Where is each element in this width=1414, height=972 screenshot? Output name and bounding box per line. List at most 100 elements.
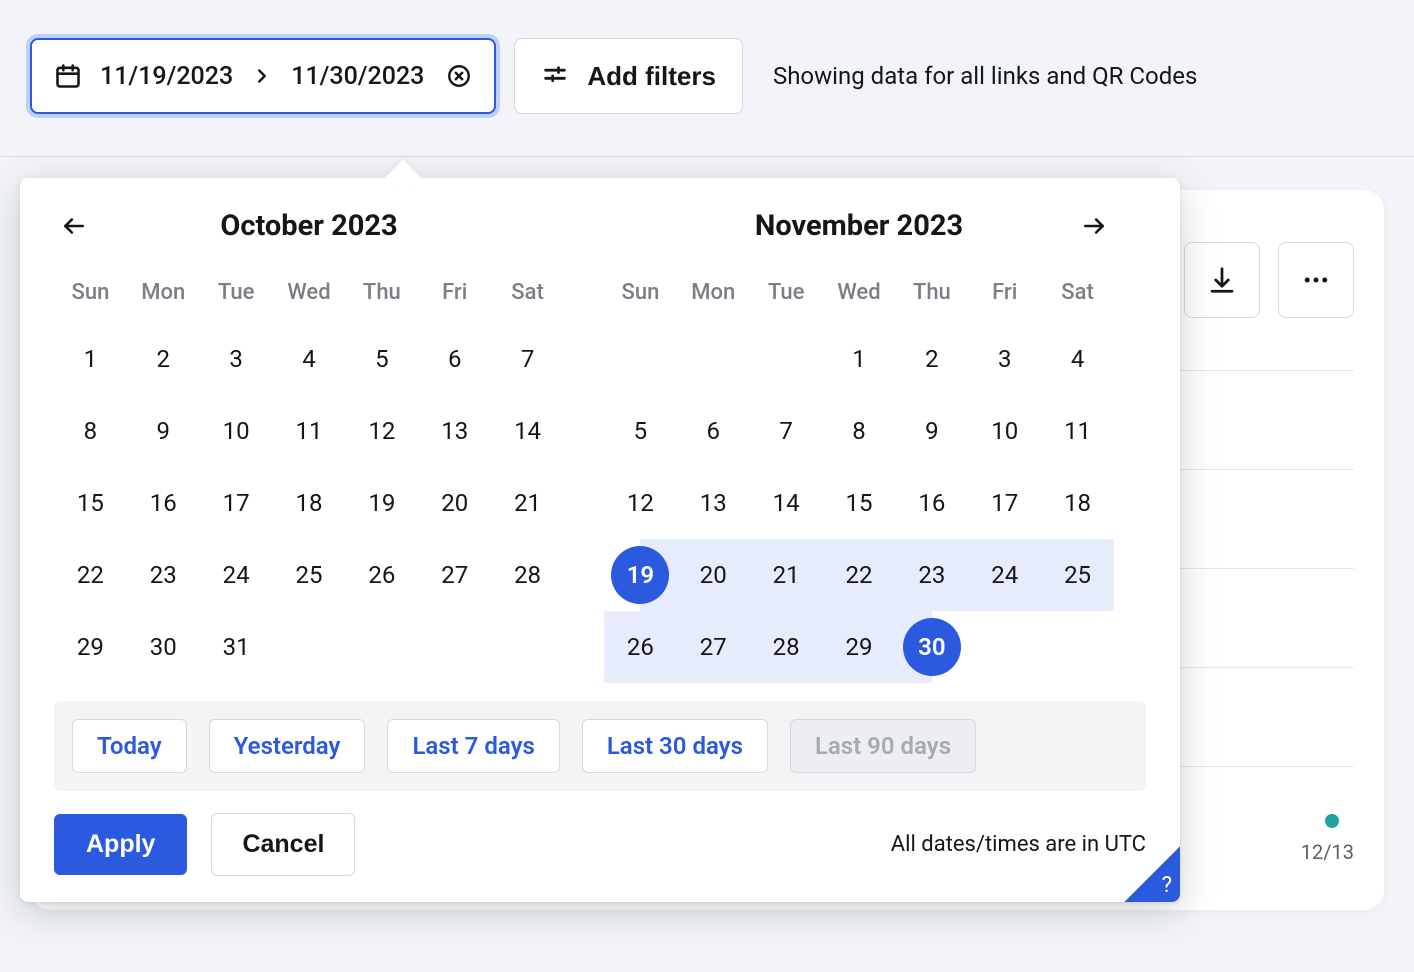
calendar-day[interactable]: 11 (1041, 395, 1114, 467)
calendar-week: 19202122232425 (604, 539, 1114, 611)
calendar-day[interactable]: 29 (54, 611, 127, 683)
add-filters-label: Add filters (587, 61, 716, 92)
calendar-day[interactable]: 15 (823, 467, 896, 539)
calendar-day[interactable]: 14 (491, 395, 564, 467)
calendar-day[interactable]: 2 (127, 323, 200, 395)
arrow-left-icon (61, 213, 87, 239)
chevron-right-icon (251, 65, 273, 87)
calendar-day[interactable]: 7 (491, 323, 564, 395)
calendar-day[interactable]: 3 (968, 323, 1041, 395)
date-range-trigger[interactable]: 11/19/2023 11/30/2023 (30, 38, 496, 114)
calendar-day[interactable]: 2 (895, 323, 968, 395)
calendar-day[interactable]: 13 (677, 467, 750, 539)
calendar-day[interactable]: 1 (54, 323, 127, 395)
calendar-day[interactable]: 24 (200, 539, 273, 611)
calendar-day[interactable]: 30 (895, 611, 968, 683)
date-presets: Today Yesterday Last 7 days Last 30 days Las… (54, 701, 1146, 791)
calendar-day[interactable]: 22 (54, 539, 127, 611)
calendar-day[interactable]: 21 (491, 467, 564, 539)
calendar-day[interactable]: 25 (1041, 539, 1114, 611)
calendar-day[interactable]: 1 (823, 323, 896, 395)
calendar-week: 2627282930 (604, 611, 1114, 683)
calendar-day[interactable]: 19 (604, 539, 677, 611)
calendar-day[interactable]: 9 (127, 395, 200, 467)
calendar-day[interactable]: 4 (1041, 323, 1114, 395)
weekday-header: Tue (750, 272, 823, 313)
calendar-day[interactable]: 27 (677, 611, 750, 683)
weekday-header: Mon (127, 272, 200, 313)
calendar-day-empty (750, 323, 823, 395)
preset-today[interactable]: Today (72, 719, 187, 773)
calendar-day[interactable]: 21 (750, 539, 823, 611)
month-title: October 2023 (54, 206, 564, 246)
calendar-day[interactable]: 10 (200, 395, 273, 467)
more-actions-button[interactable] (1278, 242, 1354, 318)
calendar-day[interactable]: 27 (418, 539, 491, 611)
chart-data-point (1325, 814, 1339, 828)
calendar-day[interactable]: 17 (968, 467, 1041, 539)
calendar-day[interactable]: 20 (418, 467, 491, 539)
calendar-day[interactable]: 8 (823, 395, 896, 467)
calendar-day[interactable]: 18 (1041, 467, 1114, 539)
month-title: November 2023 (604, 206, 1114, 246)
calendar-day[interactable]: 6 (677, 395, 750, 467)
weekday-header: Fri (418, 272, 491, 313)
add-filters-button[interactable]: Add filters (514, 38, 743, 114)
help-corner[interactable]: ? (1124, 846, 1180, 902)
calendar-day[interactable]: 28 (491, 539, 564, 611)
calendar-day[interactable]: 28 (750, 611, 823, 683)
calendar-day[interactable]: 25 (273, 539, 346, 611)
calendar-day[interactable]: 5 (604, 395, 677, 467)
calendar-day[interactable]: 29 (823, 611, 896, 683)
calendar-day[interactable]: 23 (127, 539, 200, 611)
calendar-day[interactable]: 22 (823, 539, 896, 611)
calendar-day[interactable]: 18 (273, 467, 346, 539)
chart-x-tick: 12/13 (1301, 840, 1354, 864)
calendar-day[interactable]: 24 (968, 539, 1041, 611)
calendar-day[interactable]: 26 (345, 539, 418, 611)
calendar-day[interactable]: 20 (677, 539, 750, 611)
next-month-button[interactable] (1074, 206, 1114, 246)
apply-button[interactable]: Apply (54, 814, 187, 875)
calendar-weeks: 1234567891011121314151617181920212223242… (604, 323, 1114, 683)
calendar-day-empty (345, 611, 418, 683)
preset-last-30-days[interactable]: Last 30 days (582, 719, 768, 773)
download-button[interactable] (1184, 242, 1260, 318)
calendar-day[interactable]: 11 (273, 395, 346, 467)
calendar-day[interactable]: 14 (750, 467, 823, 539)
calendar-day[interactable]: 4 (273, 323, 346, 395)
weekday-header: Sat (1041, 272, 1114, 313)
preset-last-7-days[interactable]: Last 7 days (387, 719, 559, 773)
calendar-day[interactable]: 17 (200, 467, 273, 539)
cancel-button[interactable]: Cancel (211, 813, 355, 876)
calendar-day[interactable]: 6 (418, 323, 491, 395)
calendar-day[interactable]: 7 (750, 395, 823, 467)
prev-month-button[interactable] (54, 206, 94, 246)
calendar-day[interactable]: 5 (345, 323, 418, 395)
calendar-day[interactable]: 19 (345, 467, 418, 539)
calendar-day[interactable]: 12 (345, 395, 418, 467)
calendar-day[interactable]: 3 (200, 323, 273, 395)
calendar-day[interactable]: 31 (200, 611, 273, 683)
weekday-header: Wed (273, 272, 346, 313)
preset-last-90-days: Last 90 days (790, 719, 976, 773)
clear-date-range-icon[interactable] (446, 63, 472, 89)
calendar-day[interactable]: 26 (604, 611, 677, 683)
calendar-day[interactable]: 12 (604, 467, 677, 539)
calendar-week: 1234567 (54, 323, 564, 395)
calendar-day[interactable]: 13 (418, 395, 491, 467)
calendar-day[interactable]: 30 (127, 611, 200, 683)
calendar-day[interactable]: 15 (54, 467, 127, 539)
weekday-header-row: SunMonTueWedThuFriSat (604, 272, 1114, 313)
calendar-day[interactable]: 16 (895, 467, 968, 539)
calendar-day[interactable]: 10 (968, 395, 1041, 467)
sliders-icon (541, 62, 569, 90)
calendar-day[interactable]: 16 (127, 467, 200, 539)
calendar-month: November 2023SunMonTueWedThuFriSat123456… (604, 206, 1114, 683)
calendar-day[interactable]: 9 (895, 395, 968, 467)
weekday-header: Wed (823, 272, 896, 313)
preset-yesterday[interactable]: Yesterday (209, 719, 366, 773)
months-container: October 2023SunMonTueWedThuFriSat1234567… (54, 206, 1146, 683)
calendar-day[interactable]: 8 (54, 395, 127, 467)
calendar-day[interactable]: 23 (895, 539, 968, 611)
